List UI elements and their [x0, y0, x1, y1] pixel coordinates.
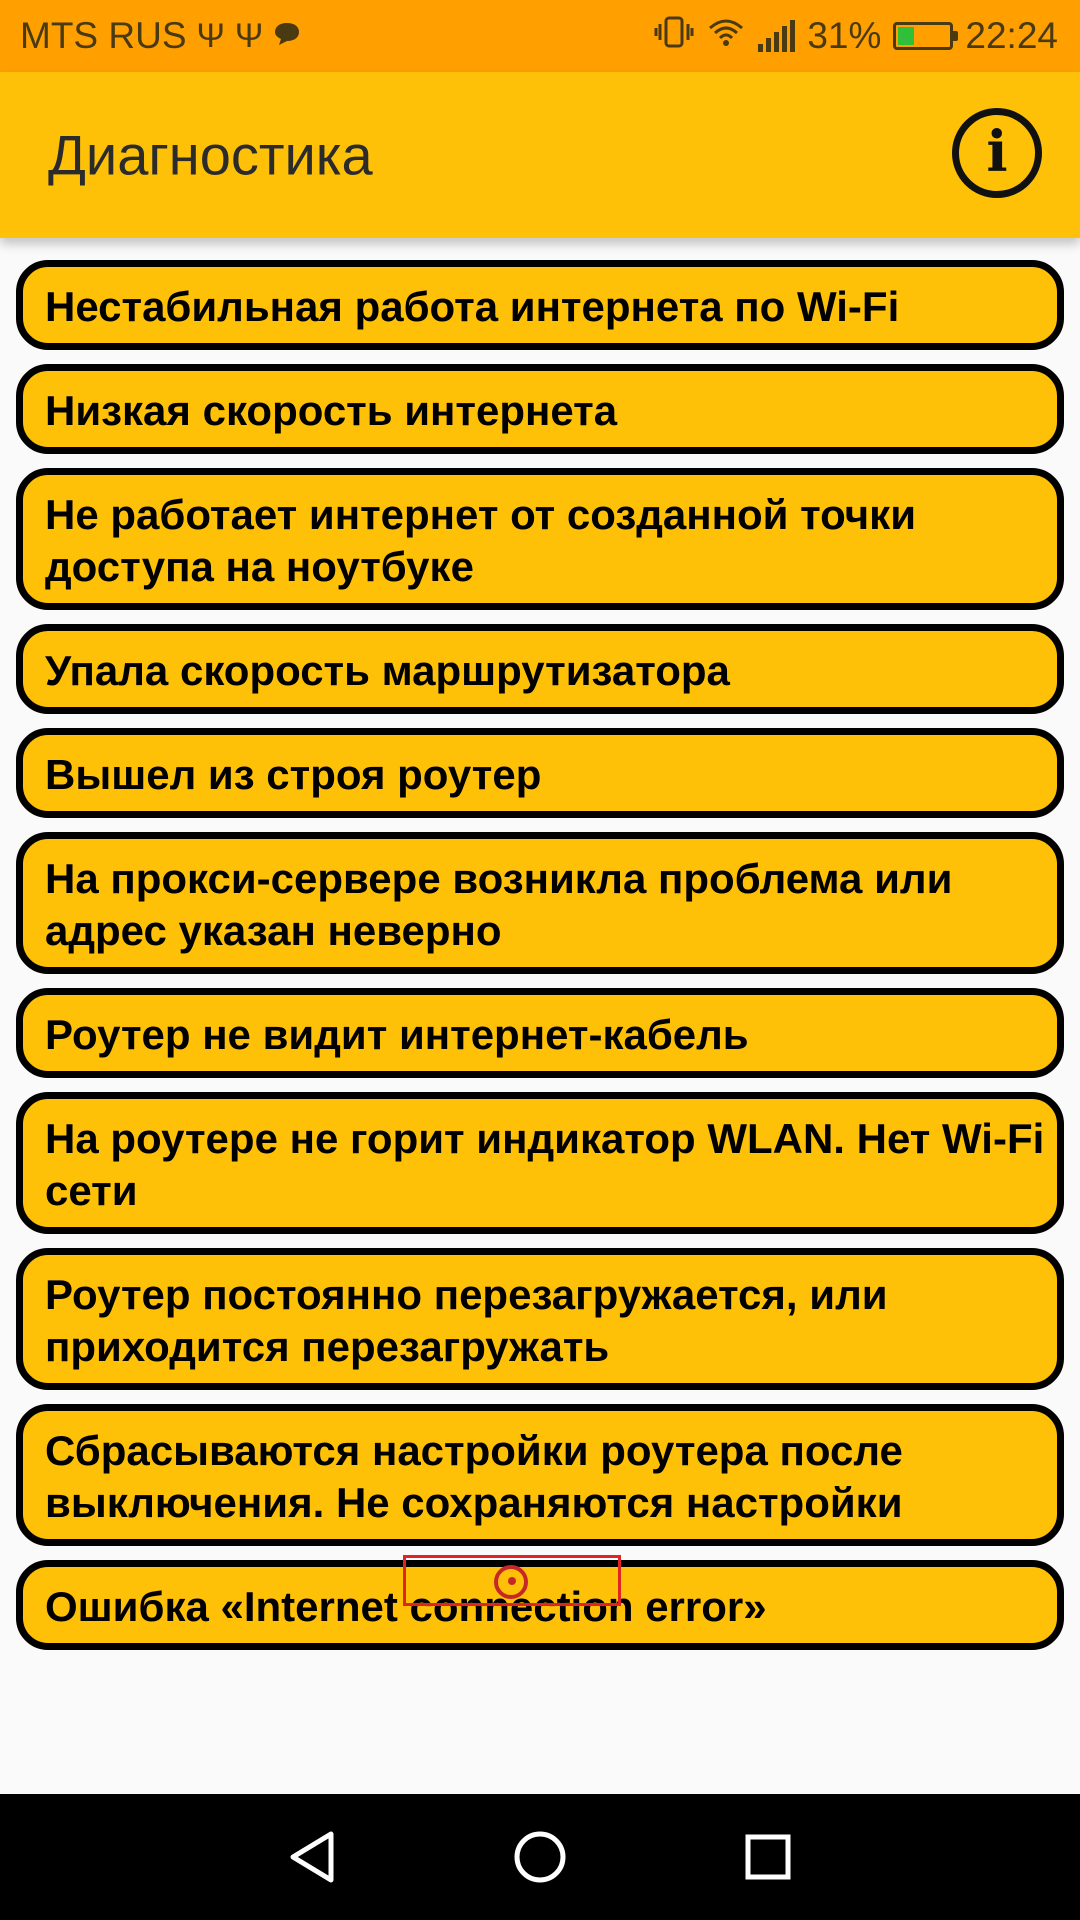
info-icon: i — [986, 119, 1008, 185]
home-button[interactable] — [510, 1827, 570, 1887]
list-item[interactable]: Роутер не видит интернет-кабель — [16, 988, 1064, 1078]
page-title: Диагностика — [48, 123, 373, 187]
wifi-icon — [706, 15, 746, 57]
home-icon — [514, 1831, 566, 1883]
signal-icon — [758, 20, 796, 52]
list-item[interactable]: Упала скорость маршрутизатора — [16, 624, 1064, 714]
list-item[interactable]: Низкая скорость интернета — [16, 364, 1064, 454]
clock: 22:24 — [965, 15, 1058, 56]
list-item[interactable]: Роутер постоянно перезагружается, или пр… — [16, 1248, 1064, 1390]
list-item[interactable]: На роутере не горит индикатор WLAN. Нет … — [16, 1092, 1064, 1234]
status-bar-right: 31% 22:24 — [654, 15, 1058, 58]
usb-icon: Ψ — [196, 17, 225, 55]
recents-button[interactable] — [738, 1827, 798, 1887]
vibrate-icon — [654, 15, 694, 58]
battery-level — [898, 27, 915, 45]
back-icon — [290, 1831, 334, 1883]
carrier-name: MTS RUS — [20, 15, 187, 56]
touch-indicator — [494, 1565, 528, 1599]
battery-percent: 31% — [807, 15, 882, 56]
back-button[interactable] — [282, 1827, 342, 1887]
navigation-bar — [0, 1794, 1080, 1920]
app-bar: Диагностика i — [0, 72, 1080, 238]
chat-icon — [273, 19, 301, 53]
info-button[interactable]: i — [952, 108, 1042, 198]
status-bar-left: MTS RUS Ψ Ψ — [20, 15, 301, 57]
diagnostics-list: Нестабильная работа интернета по Wi-Fi Н… — [16, 260, 1064, 1664]
list-item[interactable]: Не работает интернет от созданной точки … — [16, 468, 1064, 610]
recents-icon — [745, 1834, 791, 1880]
list-item[interactable]: Нестабильная работа интернета по Wi-Fi — [16, 260, 1064, 350]
list-item[interactable]: Ошибка «Internet connection error» — [16, 1560, 1064, 1650]
battery-charging-icon — [893, 22, 959, 50]
list-item[interactable]: Вышел из строя роутер — [16, 728, 1064, 818]
usb-icon: Ψ — [234, 17, 264, 55]
status-bar: MTS RUS Ψ Ψ 31% 22:24 — [0, 0, 1080, 72]
list-item[interactable]: На прокси-сервере возникла проблема или … — [16, 832, 1064, 974]
list-item[interactable]: Сбрасываются настройки роутера после вык… — [16, 1404, 1064, 1546]
